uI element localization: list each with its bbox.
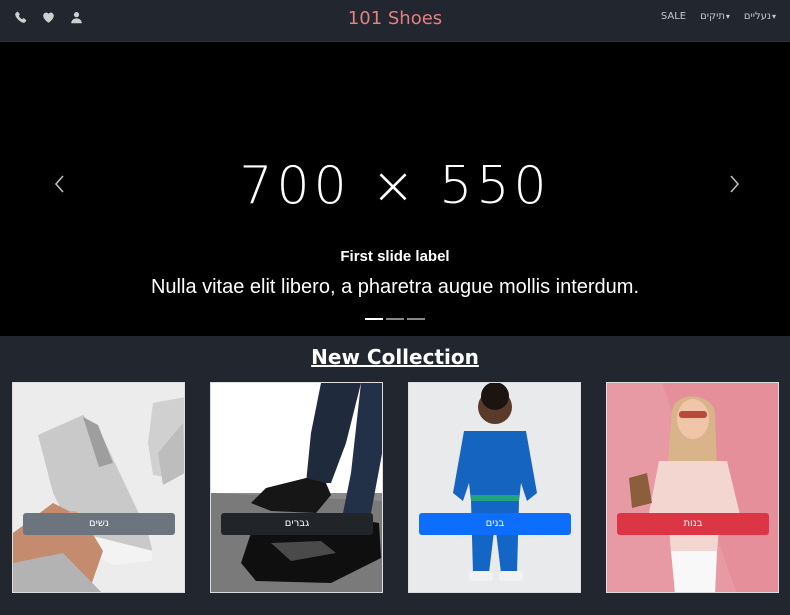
collection-card-men[interactable]: גברים [210, 382, 383, 593]
collection-title: New Collection [311, 345, 479, 369]
boys-product-image [409, 383, 580, 592]
carousel-prev-button[interactable] [50, 172, 70, 196]
hero-carousel: 700 × 550 First slide label Nulla vitae … [0, 42, 790, 336]
slide-placeholder-text: 700 × 550 [239, 156, 551, 216]
nav-link-sale[interactable]: SALE [661, 11, 686, 22]
category-button-girls[interactable]: בנות [617, 513, 769, 535]
nav-dropdown-shoes[interactable]: נעליים [744, 11, 776, 22]
carousel-indicator-1[interactable] [365, 318, 383, 320]
slide-caption-text: Nulla vitae elit libero, a pharetra augu… [150, 276, 640, 298]
men-product-image [211, 383, 382, 592]
category-button-women[interactable]: נשים [23, 513, 175, 535]
carousel-indicator-2[interactable] [386, 318, 404, 320]
collection-card-girls[interactable]: בנות [606, 382, 779, 593]
women-product-image [13, 383, 184, 592]
category-button-boys[interactable]: בנים [419, 513, 571, 535]
nav-dropdown-bags[interactable]: תיקים [700, 11, 730, 22]
category-button-men[interactable]: גברים [221, 513, 373, 535]
carousel-indicators [365, 318, 425, 320]
collection-card-women[interactable]: נשים [12, 382, 185, 593]
brand-logo[interactable]: 101 Shoes [348, 8, 442, 29]
chevron-right-icon [730, 175, 740, 193]
nav-links: SALE תיקים נעליים [661, 11, 776, 22]
slide-caption-title: First slide label [340, 248, 450, 265]
chevron-left-icon [54, 175, 64, 193]
navbar: 101 Shoes SALE תיקים נעליים [0, 0, 790, 42]
collection-card-boys[interactable]: בנים [408, 382, 581, 593]
carousel-next-button[interactable] [724, 172, 744, 196]
carousel-indicator-3[interactable] [407, 318, 425, 320]
girls-product-image [607, 383, 778, 592]
